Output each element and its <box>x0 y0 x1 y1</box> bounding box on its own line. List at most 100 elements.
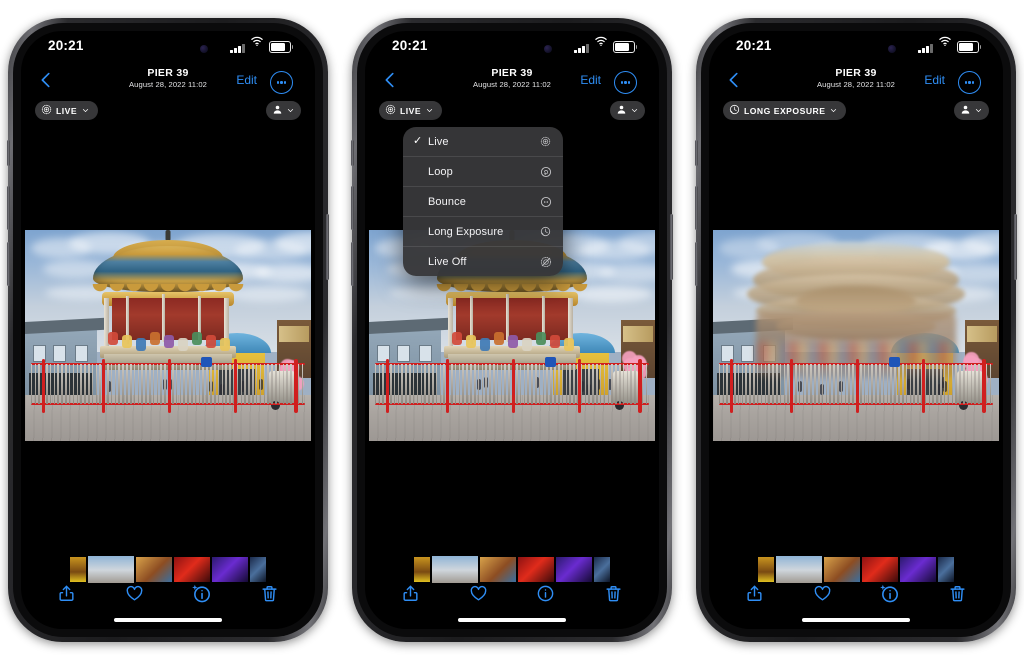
side-button[interactable] <box>351 242 354 286</box>
carousel-horse <box>452 332 462 345</box>
info-button[interactable] <box>877 583 903 609</box>
share-button[interactable] <box>398 583 424 609</box>
delete-button[interactable] <box>256 583 282 609</box>
side-button[interactable] <box>7 186 10 230</box>
ellipsis-circle-icon[interactable] <box>958 71 981 94</box>
fence-post <box>578 359 581 413</box>
fence-picket <box>990 364 992 404</box>
side-button[interactable] <box>351 186 354 230</box>
power-button[interactable] <box>1014 214 1017 280</box>
side-button[interactable] <box>695 242 698 286</box>
people-chip[interactable] <box>266 101 301 120</box>
home-indicator[interactable] <box>114 618 222 622</box>
ellipsis-circle-icon[interactable] <box>270 71 293 94</box>
thumbnail-item[interactable] <box>250 557 266 582</box>
cloud <box>599 264 655 282</box>
menu-item-long-exposure[interactable]: Long Exposure <box>403 216 563 246</box>
fence-picket <box>868 364 870 404</box>
carousel-horse <box>536 332 546 345</box>
favorite-button[interactable] <box>465 583 491 609</box>
fence-picket <box>806 364 808 404</box>
fence-picket <box>214 364 216 404</box>
favorite-button[interactable] <box>121 583 147 609</box>
thumbnail-item[interactable] <box>432 556 478 583</box>
fence-picket <box>967 364 969 404</box>
thumbnail-item[interactable] <box>776 556 822 583</box>
fence-picket <box>940 364 942 404</box>
thumbnail-item[interactable] <box>480 557 516 582</box>
thumbnail-item[interactable] <box>174 557 210 582</box>
thumbnail-item[interactable] <box>938 557 954 582</box>
share-button[interactable] <box>742 583 768 609</box>
thumbnail-item[interactable] <box>88 556 134 583</box>
window <box>397 345 410 362</box>
fence-picket <box>531 364 533 404</box>
ellipsis-circle-icon[interactable] <box>614 71 637 94</box>
people-chip[interactable] <box>954 101 989 120</box>
back-button[interactable] <box>379 69 403 93</box>
info-button[interactable] <box>533 583 559 609</box>
live-mode-chip[interactable]: LIVE <box>379 101 442 120</box>
thumbnail-item[interactable] <box>414 557 430 582</box>
side-button[interactable] <box>7 140 10 166</box>
battery-level <box>271 43 285 51</box>
share-button[interactable] <box>54 583 80 609</box>
thumbnail-item[interactable] <box>556 557 592 582</box>
photo-longexposure <box>713 230 999 441</box>
thumbnail-item[interactable] <box>900 557 936 582</box>
back-button[interactable] <box>35 69 59 93</box>
delete-button[interactable] <box>600 583 626 609</box>
thumbnail-item[interactable] <box>212 557 248 582</box>
people-chip[interactable] <box>610 101 645 120</box>
favorite-button[interactable] <box>809 583 835 609</box>
trash-icon <box>604 584 623 608</box>
status-bar: 20:21 <box>365 31 659 65</box>
fence-picket <box>963 364 965 404</box>
thumbnail-item[interactable] <box>758 557 774 582</box>
edit-button[interactable]: Edit <box>924 73 945 87</box>
thumbnail-strip[interactable] <box>709 556 1003 583</box>
home-indicator[interactable] <box>802 618 910 622</box>
fence-picket <box>726 364 728 404</box>
side-button[interactable] <box>695 140 698 166</box>
power-button[interactable] <box>326 214 329 280</box>
sign-band <box>623 326 653 342</box>
live-mode-chip[interactable]: LIVE <box>35 101 98 120</box>
thumbnail-item[interactable] <box>824 557 860 582</box>
fence-picket <box>929 364 931 404</box>
phone-3: 20:21 PIER 39 August 28, 2022 11:02 Edit LON… <box>696 18 1016 642</box>
thumbnail-item[interactable] <box>70 557 86 582</box>
back-button[interactable] <box>723 69 747 93</box>
photo-viewer[interactable] <box>709 229 1003 442</box>
photo-viewer[interactable] <box>21 229 315 442</box>
fence-picket <box>176 364 178 404</box>
edit-button[interactable]: Edit <box>580 73 601 87</box>
menu-item-bounce[interactable]: Bounce <box>403 186 563 216</box>
fence-picket <box>256 364 258 404</box>
fence <box>375 361 650 407</box>
side-button[interactable] <box>7 242 10 286</box>
thumbnail-item[interactable] <box>594 557 610 582</box>
fence-picket <box>96 364 98 404</box>
fence-picket <box>489 364 491 404</box>
thumbnail-strip[interactable] <box>365 556 659 583</box>
delete-button[interactable] <box>944 583 970 609</box>
live-mode-chip[interactable]: LONG EXPOSURE <box>723 101 846 120</box>
thumbnail-strip[interactable] <box>21 556 315 583</box>
edit-button[interactable]: Edit <box>236 73 257 87</box>
fence-picket <box>799 364 801 404</box>
menu-item-loop[interactable]: Loop <box>403 156 563 186</box>
info-button[interactable] <box>189 583 215 609</box>
thumbnail-item[interactable] <box>136 557 172 582</box>
side-button[interactable] <box>351 140 354 166</box>
thumbnail-item[interactable] <box>862 557 898 582</box>
window <box>53 345 66 362</box>
menu-item-live[interactable]: ✓ Live <box>403 127 563 156</box>
thumbnail-item[interactable] <box>518 557 554 582</box>
power-button[interactable] <box>670 214 673 280</box>
fence-picket <box>241 364 243 404</box>
side-button[interactable] <box>695 186 698 230</box>
home-indicator[interactable] <box>458 618 566 622</box>
fence-picket <box>841 364 843 404</box>
menu-item-live-off[interactable]: Live Off <box>403 246 563 276</box>
